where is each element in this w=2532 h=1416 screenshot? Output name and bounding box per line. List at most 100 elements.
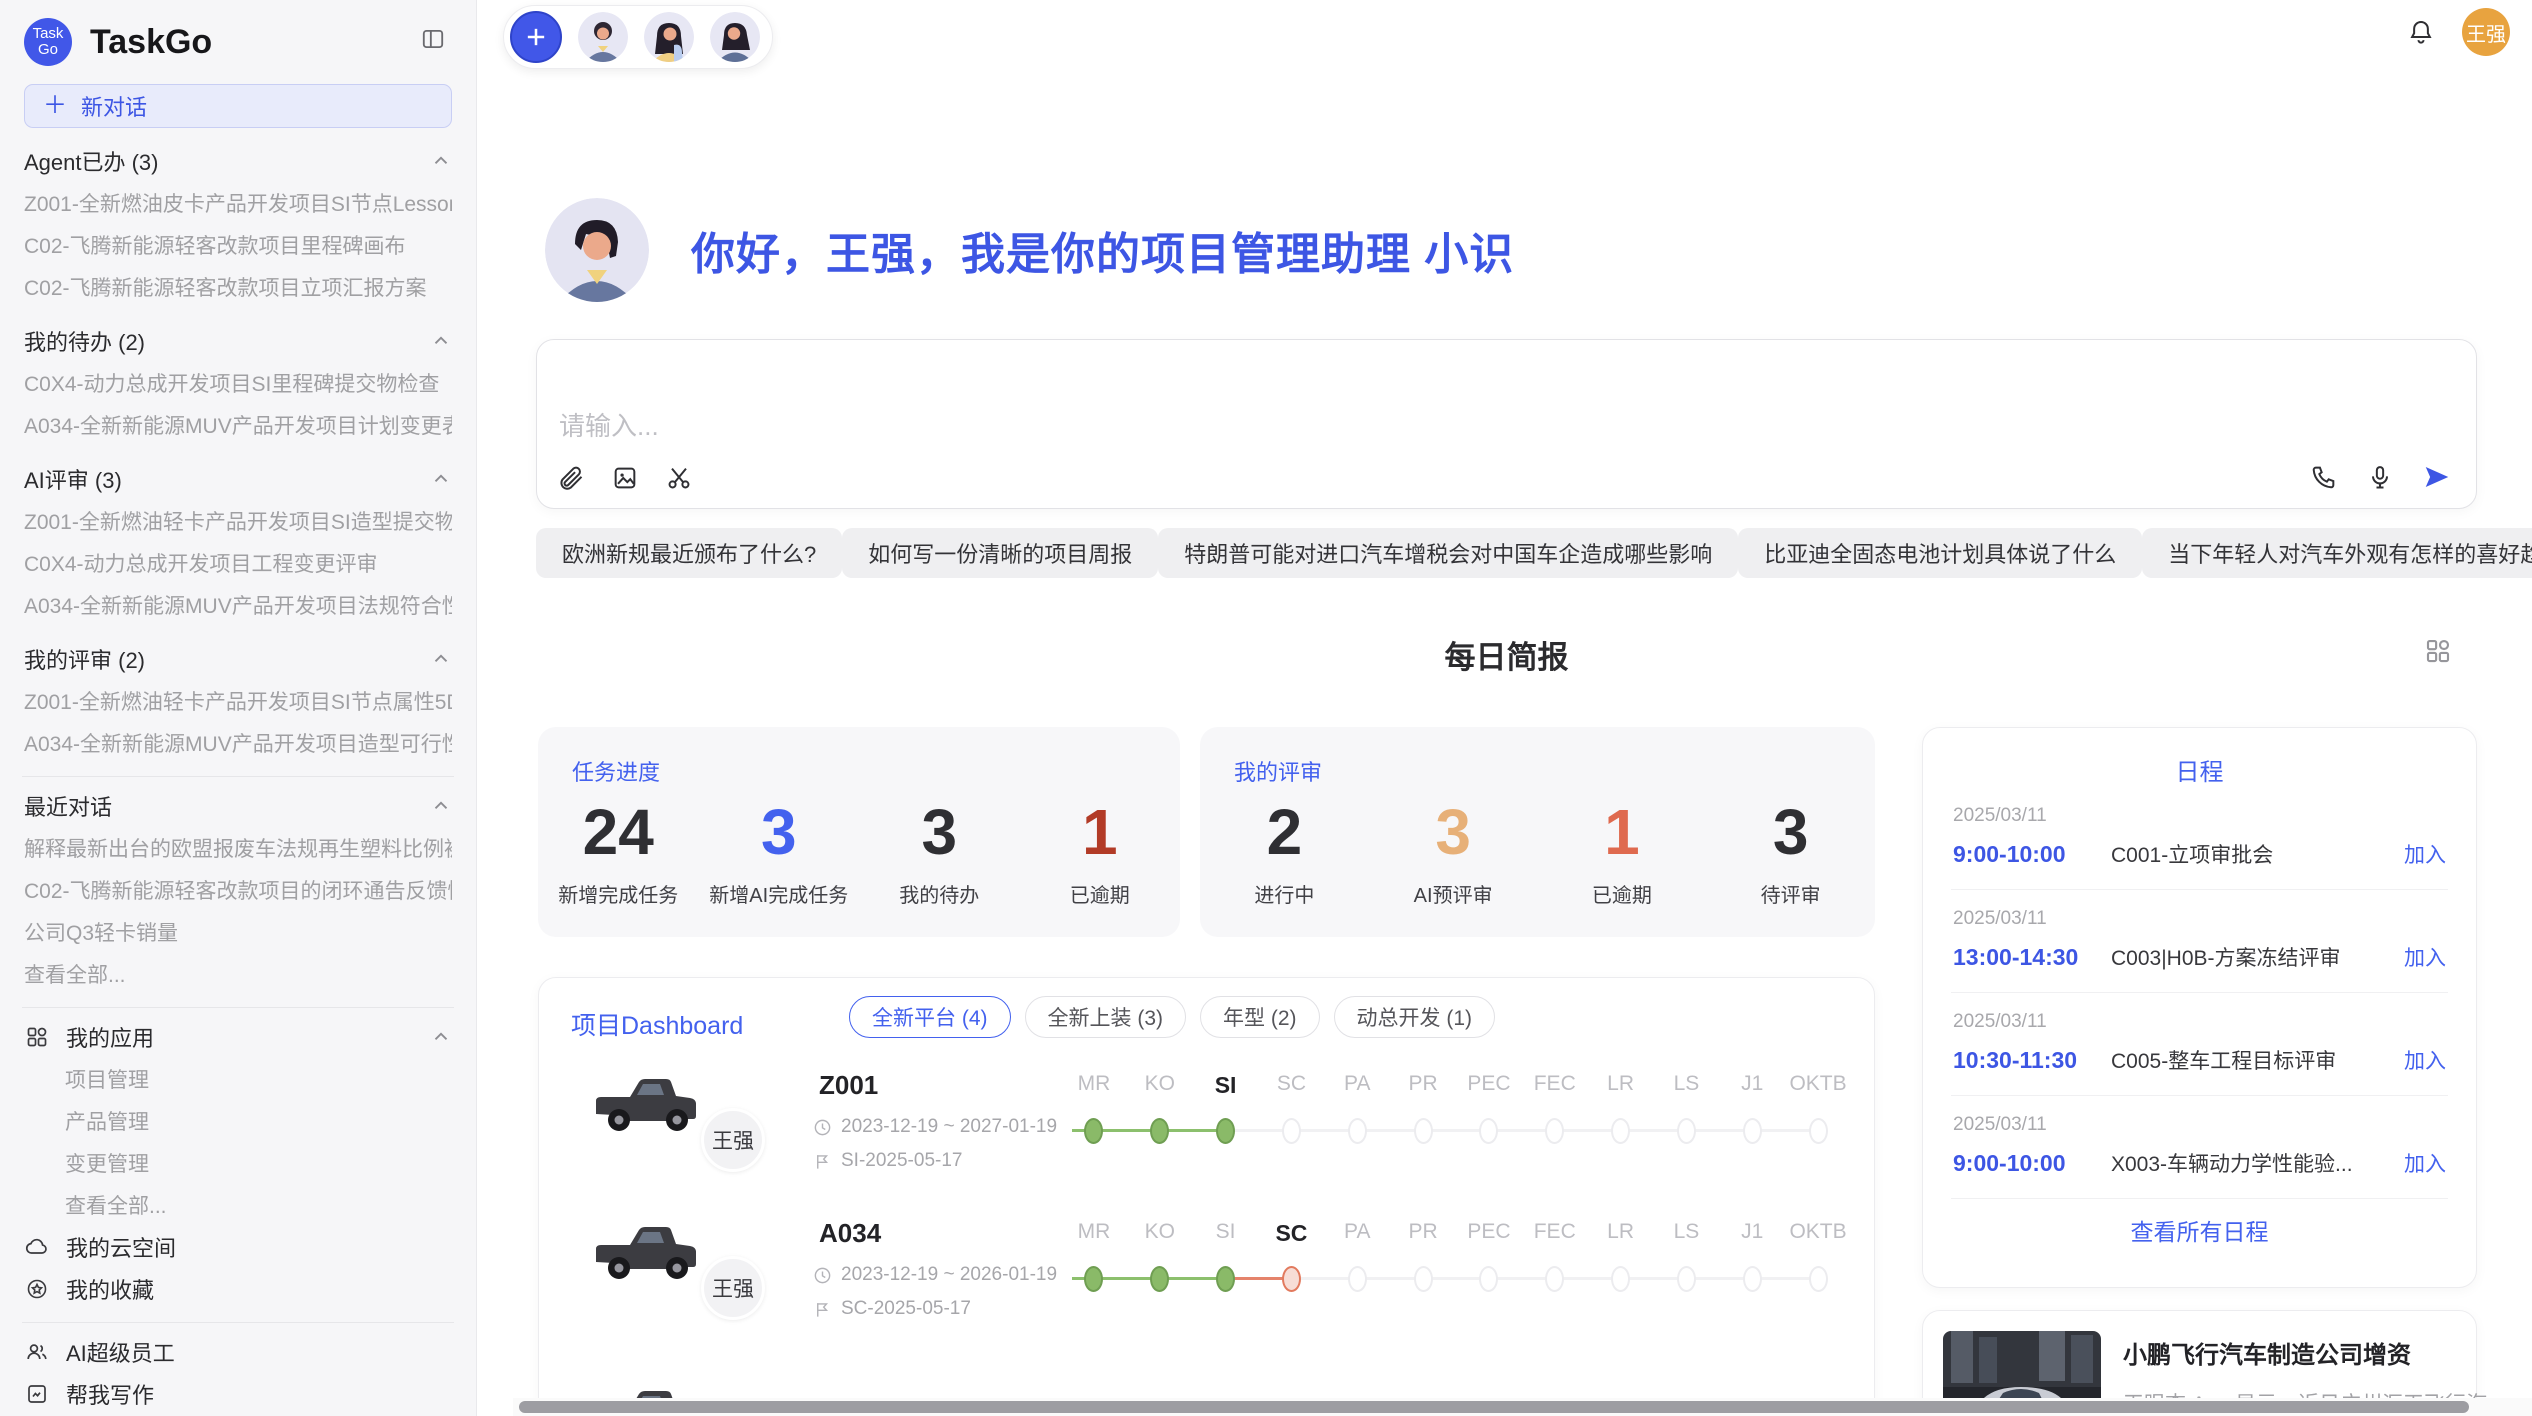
ai-staff-label: AI超级员工: [66, 1336, 175, 1368]
my-review-card: 我的评审 2 进行中 3 AI预评审 1 已逾期 3 待评审: [1200, 727, 1875, 937]
new-chat-button[interactable]: ＋ 新对话: [24, 84, 452, 128]
project-dashboard-card: 项目Dashboard 全新平台 (4) 全新上装 (3) 年型 (2) 动总开…: [538, 977, 1875, 1416]
sidebar-task-item[interactable]: C02-飞腾新能源轻客改款项目里程碑画布: [24, 224, 452, 266]
milestone-label: OKTB: [1785, 1072, 1851, 1096]
image-icon[interactable]: [611, 464, 639, 492]
stat-overdue: 1 已逾期: [1020, 793, 1181, 908]
project-row[interactable]: 王强 A034 2023-12-19 ~ 2026-01-19 SC-2025-…: [539, 1204, 1874, 1354]
view-all-schedule-link[interactable]: 查看所有日程: [1923, 1213, 2476, 1247]
sidebar-task-item[interactable]: Z001-全新燃油轻卡产品开发项目SI造型提交物评审: [24, 500, 452, 542]
schedule-item: 2025/03/11 9:00-10:00 X003-车辆动力学性能验... 加…: [1923, 1096, 2476, 1198]
truck-image: [586, 1064, 706, 1142]
event-date: 2025/03/11: [1953, 908, 2446, 930]
recent-chat-item[interactable]: 解释最新出台的欧盟报废车法规再生塑料比例被调至15%...: [24, 827, 452, 869]
sidebar-task-item[interactable]: C0X4-动力总成开发项目工程变更评审: [24, 542, 452, 584]
join-link[interactable]: 加入: [2404, 839, 2446, 869]
milestone-label: KO: [1127, 1220, 1193, 1244]
taskgo-app: Task Go TaskGo ＋ 新对话 Agent已办 (3) Z001-全新…: [0, 0, 2532, 1416]
sidebar-task-item[interactable]: C0X4-动力总成开发项目SI里程碑提交物检查: [24, 362, 452, 404]
join-link[interactable]: 加入: [2404, 1045, 2446, 1075]
suggestion-chip[interactable]: 比亚迪全固态电池计划具体说了什么: [1738, 528, 2142, 578]
notification-bell-icon[interactable]: [2406, 17, 2436, 47]
sidebar-task-item[interactable]: A034-全新新能源MUV产品开发项目法规符合性评审: [24, 584, 452, 626]
chevron-up-icon: [430, 648, 452, 670]
view-all-chats-link[interactable]: 查看全部...: [24, 953, 452, 995]
milestone-label: PR: [1390, 1220, 1456, 1244]
stat-new-ai-done: 3 新增AI完成任务: [699, 793, 860, 908]
milestone-dot: [1809, 1118, 1828, 1144]
milestone-dot: [1084, 1118, 1103, 1144]
section-my-todo[interactable]: 我的待办 (2): [24, 320, 452, 362]
sidebar-task-item[interactable]: A034-全新新能源MUV产品开发项目计划变更表编写: [24, 404, 452, 446]
section-title: 我的待办 (2): [24, 325, 145, 357]
scrollbar-thumb[interactable]: [519, 1401, 2469, 1413]
sidebar-item-favorites[interactable]: 我的收藏: [24, 1268, 452, 1310]
cloud-space-label: 我的云空间: [66, 1231, 176, 1263]
sidebar-item-help-write[interactable]: 帮我写作: [24, 1373, 452, 1415]
sidebar-task-item[interactable]: Z001-全新燃油皮卡产品开发项目SI节点Lesson Learn报告: [24, 182, 452, 224]
greeting-text: 你好，王强，我是你的项目管理助理 小识: [691, 218, 1514, 282]
suggestion-chip[interactable]: 当下年轻人对汽车外观有怎样的喜好趋势: [2142, 528, 2532, 578]
sidebar-task-item[interactable]: Z001-全新燃油轻卡产品开发项目SI节点属性5D文件评审: [24, 680, 452, 722]
section-my-review[interactable]: 我的评审 (2): [24, 638, 452, 680]
suggestion-chip[interactable]: 欧洲新规最近颁布了什么?: [536, 528, 842, 578]
filter-chip[interactable]: 年型 (2): [1200, 996, 1320, 1038]
filter-chip[interactable]: 动总开发 (1): [1334, 996, 1496, 1038]
project-row[interactable]: 王强 Z001 2023-12-19 ~ 2027-01-19 SI-2025-…: [539, 1056, 1874, 1206]
recent-chat-item[interactable]: C02-飞腾新能源轻客改款项目的闭环通告反馈情况: [24, 869, 452, 911]
app-item-change-mgmt[interactable]: 变更管理: [24, 1142, 452, 1184]
milestone-label: LS: [1654, 1220, 1720, 1244]
divider: [22, 1322, 454, 1323]
chat-input[interactable]: 请输入...: [559, 406, 659, 443]
scissors-icon[interactable]: [665, 464, 693, 492]
send-icon[interactable]: [2422, 462, 2452, 492]
paperclip-icon[interactable]: [557, 464, 585, 492]
add-agent-button[interactable]: [510, 11, 562, 63]
sidebar-item-ai-staff[interactable]: AI超级员工: [24, 1331, 452, 1373]
schedule-item: 2025/03/11 13:00-14:30 C003|H0B-方案冻结评审 加…: [1923, 890, 2476, 992]
layout-grid-icon[interactable]: [2423, 636, 2453, 666]
plus-icon: [522, 23, 550, 51]
filter-chip[interactable]: 全新平台 (4): [849, 996, 1011, 1038]
sidebar-task-item[interactable]: C02-飞腾新能源轻客改款项目立项汇报方案: [24, 266, 452, 308]
owner-badge: 王强: [701, 1108, 765, 1172]
favorites-label: 我的收藏: [66, 1273, 154, 1305]
teammate-avatar[interactable]: [644, 12, 694, 62]
plus-icon: ＋: [43, 94, 67, 118]
section-ai-review[interactable]: AI评审 (3): [24, 458, 452, 500]
sidebar-item-my-apps[interactable]: 我的应用: [24, 1016, 452, 1058]
card-title: 我的评审: [1234, 755, 1322, 787]
milestone-dot: [1414, 1118, 1433, 1144]
section-recent-chats[interactable]: 最近对话: [24, 785, 452, 827]
sidebar-collapse-icon[interactable]: [420, 26, 446, 52]
writing-icon: [24, 1382, 50, 1406]
suggestion-chip[interactable]: 特朗普可能对进口汽车增税会对中国车企造成哪些影响: [1158, 528, 1738, 578]
milestone-label: SC: [1259, 1220, 1325, 1247]
user-name: 王强: [2466, 18, 2506, 47]
horizontal-scrollbar[interactable]: [513, 1398, 2532, 1416]
view-all-apps-link[interactable]: 查看全部...: [24, 1184, 452, 1226]
event-time: 9:00-10:00: [1953, 1150, 2111, 1177]
greeting-section: 你好，王强，我是你的项目管理助理 小识: [545, 198, 1514, 302]
filter-chip[interactable]: 全新上装 (3): [1025, 996, 1187, 1038]
app-item-project-mgmt[interactable]: 项目管理: [24, 1058, 452, 1100]
mic-icon[interactable]: [2366, 463, 2394, 491]
sidebar-task-item[interactable]: A034-全新新能源MUV产品开发项目造型可行性评审: [24, 722, 452, 764]
join-link[interactable]: 加入: [2404, 942, 2446, 972]
app-item-product-mgmt[interactable]: 产品管理: [24, 1100, 452, 1142]
user-avatar[interactable]: 王强: [2462, 8, 2510, 56]
teammate-avatar[interactable]: [710, 12, 760, 62]
phone-icon[interactable]: [2310, 463, 2338, 491]
milestone-dot: [1150, 1266, 1169, 1292]
recent-chat-item[interactable]: 公司Q3轻卡销量: [24, 911, 452, 953]
milestone-label: OKTB: [1785, 1220, 1851, 1244]
section-agent-done[interactable]: Agent已办 (3): [24, 140, 452, 182]
app-title: TaskGo: [90, 23, 212, 62]
suggestion-chip[interactable]: 如何写一份清晰的项目周报: [842, 528, 1158, 578]
join-link[interactable]: 加入: [2404, 1148, 2446, 1178]
daily-briefing-header: 每日简报: [536, 632, 2477, 676]
logo-text-top: Task: [33, 26, 64, 42]
sidebar-item-cloud-space[interactable]: 我的云空间: [24, 1226, 452, 1268]
teammate-avatar[interactable]: [578, 12, 628, 62]
cloud-icon: [24, 1235, 50, 1259]
